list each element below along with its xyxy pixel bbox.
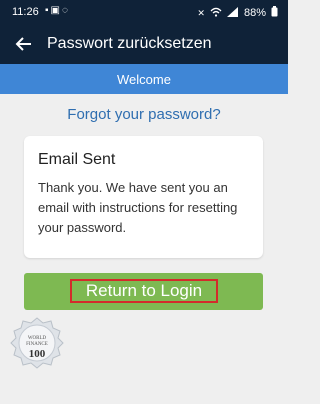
mute-icon: ✕	[197, 7, 205, 18]
seal-line-2: FINANCE	[26, 342, 48, 347]
status-right-icons: ✕ 88%	[197, 6, 278, 20]
status-notification-icons: ▪▣◌	[45, 5, 70, 16]
return-to-login-label: Return to Login	[70, 279, 218, 303]
email-sent-card: Email Sent Thank you. We have sent you a…	[24, 136, 263, 258]
card-heading: Email Sent	[38, 151, 116, 168]
welcome-label: Welcome	[117, 71, 171, 87]
signal-icon	[226, 6, 239, 20]
battery-percent: 88%	[243, 7, 266, 19]
page-title: Passwort zurücksetzen	[47, 35, 212, 52]
welcome-banner: Welcome	[0, 64, 288, 94]
world-finance-seal: WORLD FINANCE 100	[10, 316, 64, 370]
back-arrow-icon[interactable]	[12, 32, 36, 56]
whatsapp-icon: ◌	[62, 5, 70, 16]
forgot-password-link[interactable]: Forgot your password?	[0, 106, 288, 123]
wifi-icon	[210, 7, 222, 20]
seal-line-1: WORLD	[27, 336, 47, 341]
status-bar: 11:26 ▪▣◌ ✕ 88%	[0, 0, 288, 26]
photo-icon: ▣	[50, 5, 62, 16]
return-to-login-button[interactable]: Return to Login	[24, 273, 263, 310]
seal-line-3: 100	[28, 348, 46, 360]
battery-icon	[271, 6, 278, 20]
app-bar: Passwort zurücksetzen	[0, 26, 288, 64]
card-body: Thank you. We have sent you an email wit…	[38, 180, 238, 235]
status-time: 11:26	[12, 6, 39, 18]
